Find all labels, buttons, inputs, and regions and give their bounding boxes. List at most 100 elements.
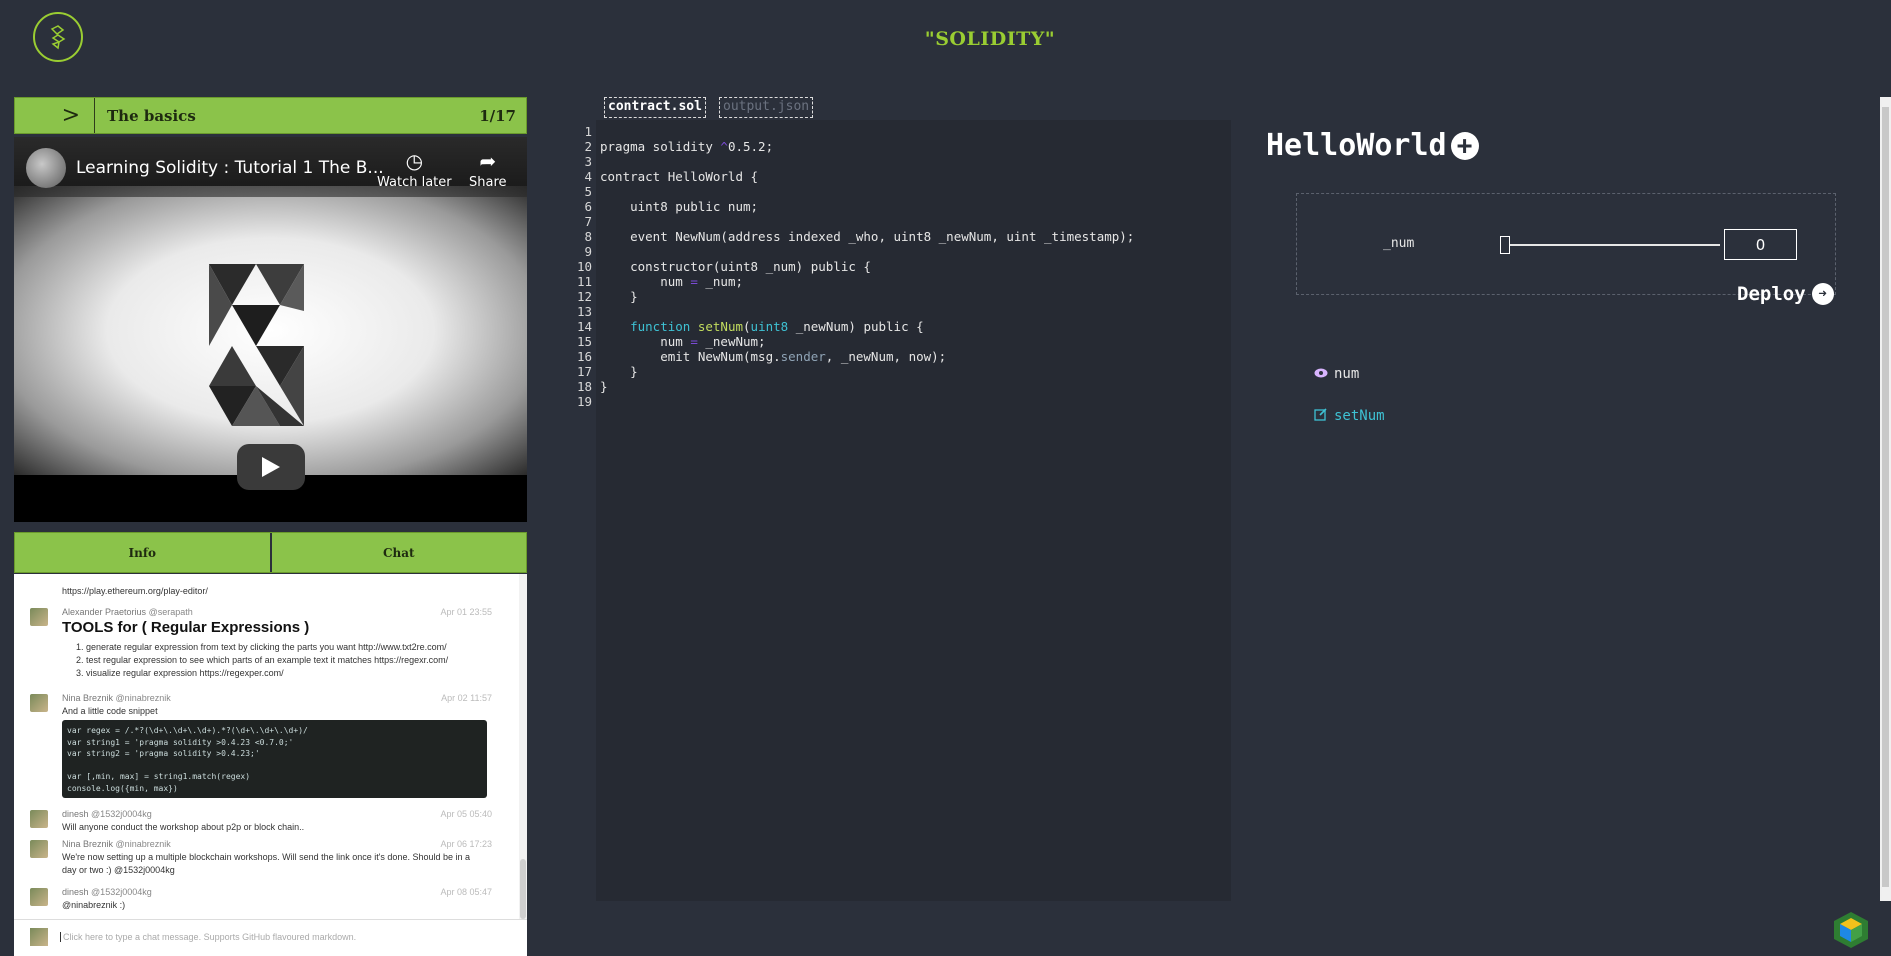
chat-timestamp: Apr 02 11:57 bbox=[441, 693, 492, 703]
function-num[interactable]: num bbox=[1314, 366, 1359, 382]
eye-icon bbox=[1314, 366, 1334, 382]
chat-author[interactable]: Alexander Praetorius @serapath bbox=[62, 607, 193, 617]
avatar[interactable] bbox=[30, 608, 48, 626]
plus-icon[interactable]: + bbox=[1450, 131, 1479, 160]
code-line[interactable]: 16 emit NewNum(msg.sender, _newNum, now)… bbox=[566, 349, 1134, 364]
line-number: 3 bbox=[584, 154, 592, 169]
chat-code-block: var regex = /.*?(\d+\.\d+\.\d+).*?(\d+\.… bbox=[62, 720, 487, 798]
code-text: constructor(uint8 _num) public { bbox=[600, 259, 871, 274]
share-icon: ➦ bbox=[479, 149, 497, 173]
video-thumbnail bbox=[14, 186, 527, 475]
code-line[interactable]: 4 contract HelloWorld { bbox=[566, 169, 1134, 184]
chat-timestamp: Apr 08 05:47 bbox=[440, 887, 492, 897]
code-line[interactable]: 3 bbox=[566, 154, 1134, 169]
chat-scrollbar[interactable] bbox=[519, 574, 527, 956]
code-line[interactable]: 1 bbox=[566, 124, 1134, 139]
line-number: 17 bbox=[576, 364, 592, 379]
chat-link[interactable]: https://play.ethereum.org/play-editor/ bbox=[62, 585, 482, 598]
code-line[interactable]: 12 } bbox=[566, 289, 1134, 304]
line-number: 13 bbox=[576, 304, 592, 319]
tab-chat[interactable]: Chat bbox=[269, 533, 527, 572]
code-line[interactable]: 18} bbox=[566, 379, 1134, 394]
avatar[interactable] bbox=[30, 810, 48, 828]
chat-timestamp: Apr 06 17:23 bbox=[440, 839, 492, 849]
code-line[interactable]: 17 } bbox=[566, 364, 1134, 379]
line-number: 7 bbox=[584, 214, 592, 229]
chat-author[interactable]: Nina Breznik @ninabreznik bbox=[62, 839, 171, 849]
code-line[interactable]: 13 bbox=[566, 304, 1134, 319]
code-line[interactable]: 6 uint8 public num; bbox=[566, 199, 1134, 214]
tab-contract-sol[interactable]: contract.sol bbox=[604, 97, 706, 118]
avatar[interactable] bbox=[30, 694, 48, 712]
code-line[interactable]: 19 bbox=[566, 394, 1134, 409]
tab-info[interactable]: Info bbox=[15, 533, 270, 572]
chat-timestamp: Apr 01 23:55 bbox=[440, 607, 492, 617]
code-content[interactable]: 1 2 pragma solidity ^0.5.2; 3 4 contract Hell… bbox=[566, 124, 1134, 409]
code-line: console.log({min, max}) bbox=[67, 783, 178, 793]
play-button[interactable] bbox=[237, 444, 305, 490]
clock-icon: ◷ bbox=[405, 149, 424, 173]
line-number: 11 bbox=[576, 274, 592, 289]
deploy-button[interactable]: Deploy ➜ bbox=[1737, 283, 1834, 305]
chat-author[interactable]: Nina Breznik @ninabreznik bbox=[62, 693, 171, 703]
chat-input-placeholder[interactable]: Click here to type a chat message. Suppo… bbox=[60, 932, 356, 942]
param-slider[interactable] bbox=[1505, 244, 1720, 246]
contract-name: HelloWorld bbox=[1266, 128, 1447, 163]
chat-list-item: 1. generate regular expression from text… bbox=[76, 642, 447, 652]
code-text: contract HelloWorld { bbox=[600, 169, 759, 184]
code-text: uint8 public num; bbox=[600, 199, 759, 214]
video-player[interactable]: Learning Solidity : Tutorial 1 The B... … bbox=[14, 137, 527, 522]
code-line: var string1 = 'pragma solidity >0.4.23 <… bbox=[67, 737, 294, 747]
code-line[interactable]: 5 bbox=[566, 184, 1134, 199]
code-line[interactable]: 10 constructor(uint8 _num) public { bbox=[566, 259, 1134, 274]
code-line[interactable]: 8 event NewNum(address indexed _who, uin… bbox=[566, 229, 1134, 244]
share-button[interactable]: ➦ Share bbox=[469, 149, 507, 190]
app-title: "SOLIDITY" bbox=[924, 28, 1056, 50]
edit-icon bbox=[1314, 407, 1334, 425]
share-label: Share bbox=[469, 175, 507, 190]
code-line[interactable]: 15 num = _newNum; bbox=[566, 334, 1134, 349]
avatar[interactable] bbox=[30, 840, 48, 858]
line-number: 16 bbox=[576, 349, 592, 364]
chat-text: We're now setting up a multiple blockcha… bbox=[62, 852, 470, 875]
bottom-bar bbox=[566, 901, 1891, 956]
lesson-progress: 1/17 bbox=[479, 106, 516, 125]
code-text: emit NewNum(msg.sender, _newNum, now); bbox=[600, 349, 947, 364]
chat-list-item: 3. visualize regular expression https://… bbox=[76, 668, 284, 678]
chat-text: And a little code snippet bbox=[62, 706, 158, 716]
code-text: } bbox=[600, 364, 638, 379]
function-name: setNum bbox=[1334, 408, 1385, 424]
param-input[interactable] bbox=[1724, 229, 1797, 260]
code-text: } bbox=[600, 289, 638, 304]
line-number: 5 bbox=[584, 184, 592, 199]
line-number: 4 bbox=[584, 169, 592, 184]
line-number: 2 bbox=[584, 139, 592, 154]
tab-output-json[interactable]: output.json bbox=[719, 97, 814, 118]
watch-later-label: Watch later bbox=[377, 175, 452, 190]
watch-later-button[interactable]: ◷ Watch later bbox=[377, 149, 452, 190]
video-title[interactable]: Learning Solidity : Tutorial 1 The B... bbox=[76, 158, 384, 178]
chat-panel[interactable]: https://play.ethereum.org/play-editor/ A… bbox=[14, 574, 527, 956]
channel-avatar[interactable] bbox=[26, 148, 66, 188]
code-text: pragma solidity ^0.5.2; bbox=[600, 139, 774, 154]
code-line[interactable]: 9 bbox=[566, 244, 1134, 259]
page-scrollbar[interactable] bbox=[1880, 97, 1891, 901]
cube-logo-icon[interactable] bbox=[1831, 910, 1871, 950]
code-line[interactable]: 14 function setNum(uint8 _newNum) public… bbox=[566, 319, 1134, 334]
lesson-toggle-button[interactable]: > bbox=[15, 98, 95, 133]
lesson-title: The basics bbox=[107, 106, 196, 125]
chat-heading: TOOLS for ( Regular Expressions ) bbox=[62, 619, 310, 636]
code-text: num = _newNum; bbox=[600, 334, 766, 349]
avatar[interactable] bbox=[30, 888, 48, 906]
code-line[interactable]: 7 bbox=[566, 214, 1134, 229]
line-number: 8 bbox=[584, 229, 592, 244]
slider-thumb[interactable] bbox=[1500, 236, 1510, 254]
chat-author[interactable]: dinesh @1532j0004kg bbox=[62, 887, 152, 897]
code-text: function setNum(uint8 _newNum) public { bbox=[630, 319, 924, 334]
chat-timestamp: Apr 05 05:40 bbox=[440, 809, 492, 819]
function-setnum[interactable]: setNum bbox=[1314, 407, 1385, 425]
code-line[interactable]: 11 num = _num; bbox=[566, 274, 1134, 289]
chat-input[interactable]: Click here to type a chat message. Suppo… bbox=[14, 919, 527, 956]
chat-author[interactable]: dinesh @1532j0004kg bbox=[62, 809, 152, 819]
code-line[interactable]: 2 pragma solidity ^0.5.2; bbox=[566, 139, 1134, 154]
